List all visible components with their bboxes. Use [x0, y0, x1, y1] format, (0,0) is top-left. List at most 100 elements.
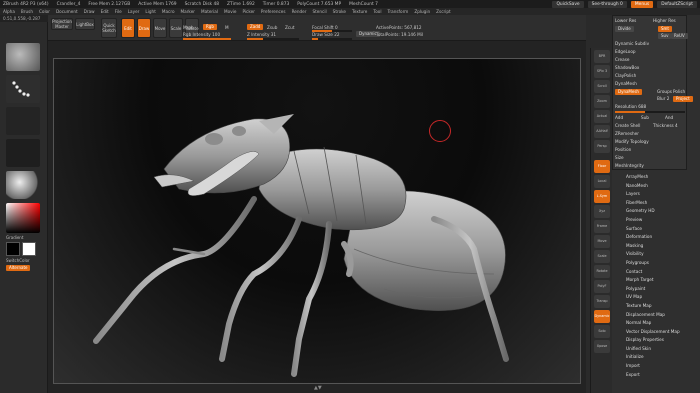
quick-sketch-button[interactable]: Quick Sketch: [101, 18, 117, 38]
tool-menu-item[interactable]: Layers: [626, 190, 696, 199]
project-toggle[interactable]: Project: [673, 96, 693, 102]
tool-menu-item[interactable]: ArrayMesh: [626, 173, 696, 182]
mrgb-toggle[interactable]: Mrgb: [183, 25, 194, 30]
rgb-intensity-slider[interactable]: Rgb Intensity 100: [183, 32, 220, 37]
move-view-button[interactable]: Move: [594, 235, 610, 248]
move-mode-button[interactable]: Move: [153, 18, 167, 38]
menu-item-zplugin[interactable]: Zplugin: [414, 9, 430, 14]
stroke-thumbnail[interactable]: [6, 75, 40, 103]
menu-item-layer[interactable]: Layer: [128, 9, 140, 14]
document-canvas[interactable]: [53, 58, 581, 384]
quicksave-button[interactable]: QuickSave: [552, 0, 584, 8]
texture-thumbnail[interactable]: [6, 139, 40, 167]
z-intensity-track[interactable]: [247, 38, 299, 40]
menu-item-material[interactable]: Material: [201, 9, 218, 14]
menu-item-edit[interactable]: Edit: [101, 9, 109, 14]
draw-mode-button[interactable]: Draw: [137, 18, 151, 38]
add-button[interactable]: Add: [615, 115, 623, 120]
tool-menu-item[interactable]: Deformation: [626, 233, 696, 242]
spix-button[interactable]: SPix 3: [594, 65, 610, 78]
brush-thumbnail[interactable]: [6, 43, 40, 71]
tool-menu-item[interactable]: Texture Map: [626, 302, 696, 311]
dynamic-subdiv-item[interactable]: Dynamic Subdiv: [615, 41, 649, 46]
edit-mode-button[interactable]: Edit: [121, 18, 135, 38]
menu-item-brush[interactable]: Brush: [21, 9, 33, 14]
lightbox-button[interactable]: LightBox: [75, 18, 95, 30]
blur-slider[interactable]: Blur 2: [657, 96, 669, 101]
aahalf-button[interactable]: AAHalf: [594, 125, 610, 138]
primary-color-swatch[interactable]: [6, 242, 20, 256]
position-item[interactable]: Position: [615, 147, 631, 152]
solo-button[interactable]: Solo: [594, 325, 610, 338]
menu-item-texture[interactable]: Texture: [352, 9, 367, 14]
rgb-toggle[interactable]: Rgb: [203, 24, 217, 30]
tool-menu-item[interactable]: Preview: [626, 216, 696, 225]
rotate-view-button[interactable]: Rotate: [594, 265, 610, 278]
suv-toggle[interactable]: Suv: [658, 33, 672, 39]
draw-size-track[interactable]: [312, 38, 352, 40]
menus-button[interactable]: Menus: [630, 0, 654, 8]
tool-menu-item[interactable]: Unified Skin: [626, 345, 696, 354]
menu-item-movie[interactable]: Movie: [224, 9, 236, 14]
and-button[interactable]: And: [665, 115, 673, 120]
scroll-button[interactable]: Scroll: [594, 80, 610, 93]
smt-toggle[interactable]: Smt: [658, 26, 673, 32]
tool-menu-item[interactable]: Normal Map: [626, 319, 696, 328]
tool-menu-item[interactable]: Visibility: [626, 250, 696, 259]
zsub-toggle[interactable]: Zsub: [267, 25, 277, 30]
z-intensity-slider[interactable]: Z Intensity 31: [247, 32, 276, 37]
reuv-toggle[interactable]: ReUV: [671, 33, 688, 39]
persp-button[interactable]: Persp: [594, 140, 610, 153]
tool-menu-item[interactable]: Import: [626, 362, 696, 371]
tool-menu-item[interactable]: FiberMesh: [626, 199, 696, 208]
switch-color-button[interactable]: SwitchColor: [6, 258, 30, 263]
lsym-button[interactable]: L.Sym: [594, 190, 610, 203]
secondary-color-swatch[interactable]: [22, 242, 36, 256]
dynamesh-item[interactable]: DynaMesh: [615, 81, 637, 86]
dynamic-view-button[interactable]: Dynamic: [594, 310, 610, 323]
menu-item-render[interactable]: Render: [292, 9, 307, 14]
tool-menu-item[interactable]: UV Map: [626, 293, 696, 302]
tool-menu-item[interactable]: Morph Target: [626, 276, 696, 285]
local-button[interactable]: Local: [594, 175, 610, 188]
menu-item-picker[interactable]: Picker: [242, 9, 254, 14]
gradient-label[interactable]: Gradient: [6, 235, 23, 240]
actual-button[interactable]: Actual: [594, 110, 610, 123]
tool-menu-item[interactable]: Masking: [626, 242, 696, 251]
scale-view-button[interactable]: Scale: [594, 250, 610, 263]
material-thumbnail[interactable]: [6, 171, 40, 199]
zadd-toggle[interactable]: Zadd: [247, 24, 264, 30]
modify-topology-item[interactable]: Modify Topology: [615, 139, 649, 144]
thickness-slider[interactable]: Thickness 4: [653, 123, 678, 128]
draw-size-slider[interactable]: Draw Size 22: [312, 32, 340, 37]
claypolish-item[interactable]: ClayPolish: [615, 73, 636, 78]
tool-menu-item[interactable]: Initialize: [626, 353, 696, 362]
zremesher-item[interactable]: ZRemesher: [615, 131, 639, 136]
zoom-button[interactable]: Zoom: [594, 95, 610, 108]
see-through-slider[interactable]: See-through 0: [587, 0, 627, 8]
transp-button[interactable]: Transp: [594, 295, 610, 308]
zcut-toggle[interactable]: Zcut: [285, 25, 294, 30]
tool-menu-item[interactable]: NanoMesh: [626, 182, 696, 191]
size-item[interactable]: Size: [615, 155, 624, 160]
divide-button[interactable]: Divide: [615, 26, 634, 32]
tool-menu-item[interactable]: Vector Displacement Map: [626, 328, 696, 337]
higher-res-button[interactable]: Higher Res: [653, 18, 676, 23]
canvas-scroll-arrows-icon[interactable]: ▲▼: [314, 385, 322, 391]
scale-mode-button[interactable]: Scale: [169, 18, 183, 38]
tool-menu-item[interactable]: Contact: [626, 268, 696, 277]
tool-menu-item[interactable]: Surface: [626, 225, 696, 234]
tool-menu-item[interactable]: Export: [626, 371, 696, 380]
menu-item-macro[interactable]: Macro: [162, 9, 175, 14]
dynamesh-button[interactable]: DynaMesh: [615, 89, 642, 95]
tool-menu-item[interactable]: Polypaint: [626, 285, 696, 294]
edgeloop-item[interactable]: EdgeLoop: [615, 49, 636, 54]
floor-button[interactable]: Floor: [594, 160, 610, 173]
menu-item-transform[interactable]: Transform: [387, 9, 408, 14]
lower-res-button[interactable]: Lower Res: [615, 18, 636, 23]
frame-button[interactable]: Frame: [594, 220, 610, 233]
groups-toggle[interactable]: Groups: [657, 89, 672, 94]
xyz-button[interactable]: Xyz: [594, 205, 610, 218]
menu-item-file[interactable]: File: [115, 9, 122, 14]
projection-master-button[interactable]: Projection Master: [51, 18, 73, 30]
